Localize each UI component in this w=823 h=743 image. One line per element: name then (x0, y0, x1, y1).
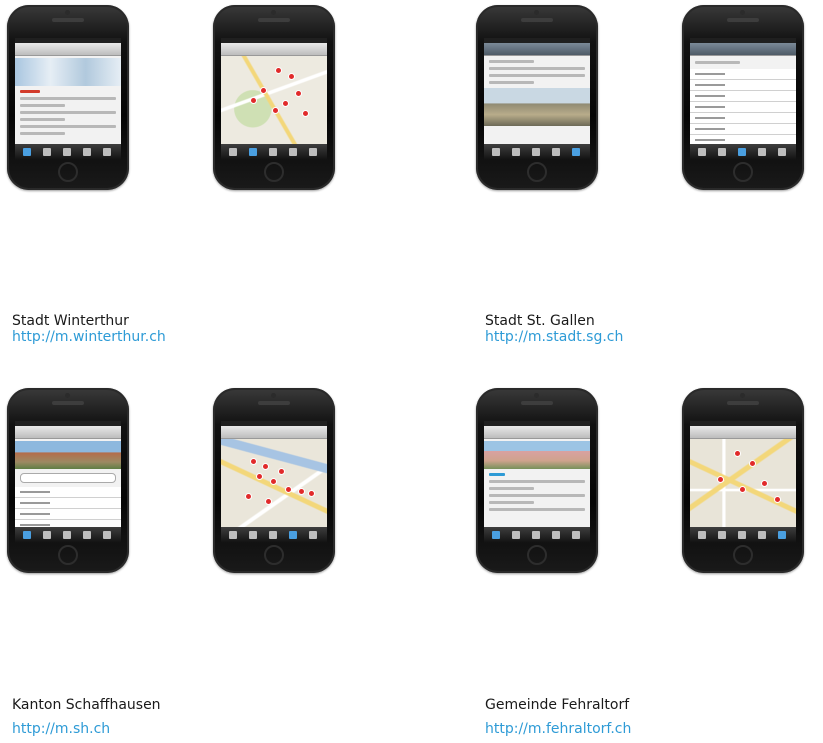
camera-icon (740, 393, 745, 398)
map-pin-icon (251, 459, 256, 464)
phone-winterthur-map (213, 5, 335, 190)
tab-bar (484, 527, 590, 543)
map-pin-icon (279, 469, 284, 474)
map-pin-icon (775, 497, 780, 502)
map-pin-icon (740, 487, 745, 492)
home-button-icon (58, 162, 78, 182)
screen (15, 38, 121, 160)
map-pin-icon (762, 481, 767, 486)
phone-schaffhausen-home (7, 388, 129, 573)
speaker-icon (52, 401, 84, 405)
camera-icon (271, 10, 276, 15)
map-pin-icon (309, 491, 314, 496)
map-pin-icon (289, 74, 294, 79)
home-button-icon (527, 545, 547, 565)
speaker-icon (258, 18, 290, 22)
speaker-icon (52, 18, 84, 22)
map-pin-icon (299, 489, 304, 494)
map-pin-icon (296, 91, 301, 96)
home-button-icon (527, 162, 547, 182)
home-button-icon (264, 545, 284, 565)
screen (690, 38, 796, 160)
screen (484, 38, 590, 160)
map-pin-icon (750, 461, 755, 466)
entry-name-fehraltorf: Gemeinde Fehraltorf (485, 697, 630, 713)
entry-name-winterthur: Stadt Winterthur (12, 313, 129, 329)
tab-bar (690, 144, 796, 160)
entry-url-schaffhausen[interactable]: http://m.sh.ch (12, 722, 110, 736)
camera-icon (534, 10, 539, 15)
map-pin-icon (286, 487, 291, 492)
map-pin-icon (246, 494, 251, 499)
search-icon (20, 473, 116, 483)
speaker-icon (258, 401, 290, 405)
map (221, 56, 327, 144)
map-pin-icon (261, 88, 266, 93)
tab-bar (15, 144, 121, 160)
camera-icon (65, 10, 70, 15)
map-pin-icon (251, 98, 256, 103)
screen (221, 38, 327, 160)
screen (15, 421, 121, 543)
camera-icon (271, 393, 276, 398)
tab-bar (690, 527, 796, 543)
camera-icon (65, 393, 70, 398)
entry-url-winterthur[interactable]: http://m.winterthur.ch (12, 330, 166, 344)
phone-fehraltorf-home (476, 388, 598, 573)
tab-bar (15, 527, 121, 543)
map (690, 439, 796, 527)
map-pin-icon (266, 499, 271, 504)
phone-fehraltorf-map (682, 388, 804, 573)
map-pin-icon (257, 474, 262, 479)
speaker-icon (727, 401, 759, 405)
camera-icon (740, 10, 745, 15)
screen (221, 421, 327, 543)
tab-bar (221, 144, 327, 160)
screen (484, 421, 590, 543)
phone-stgallen-list (682, 5, 804, 190)
speaker-icon (727, 18, 759, 22)
home-button-icon (733, 162, 753, 182)
tab-bar (484, 144, 590, 160)
map-pin-icon (276, 68, 281, 73)
speaker-icon (521, 401, 553, 405)
camera-icon (534, 393, 539, 398)
map-pin-icon (735, 451, 740, 456)
map-pin-icon (263, 464, 268, 469)
entry-name-schaffhausen: Kanton Schaffhausen (12, 697, 161, 713)
phone-schaffhausen-map (213, 388, 335, 573)
map-pin-icon (283, 101, 288, 106)
map-pin-icon (718, 477, 723, 482)
map-pin-icon (303, 111, 308, 116)
map-pin-icon (273, 108, 278, 113)
entry-url-fehraltorf[interactable]: http://m.fehraltorf.ch (485, 722, 631, 736)
entry-url-stgallen[interactable]: http://m.stadt.sg.ch (485, 330, 623, 344)
entry-name-stgallen: Stadt St. Gallen (485, 313, 595, 329)
map (221, 439, 327, 527)
phone-winterthur-news (7, 5, 129, 190)
home-button-icon (58, 545, 78, 565)
phone-stgallen-home (476, 5, 598, 190)
home-button-icon (733, 545, 753, 565)
map-pin-icon (271, 479, 276, 484)
tab-bar (221, 527, 327, 543)
home-button-icon (264, 162, 284, 182)
screen (690, 421, 796, 543)
speaker-icon (521, 18, 553, 22)
